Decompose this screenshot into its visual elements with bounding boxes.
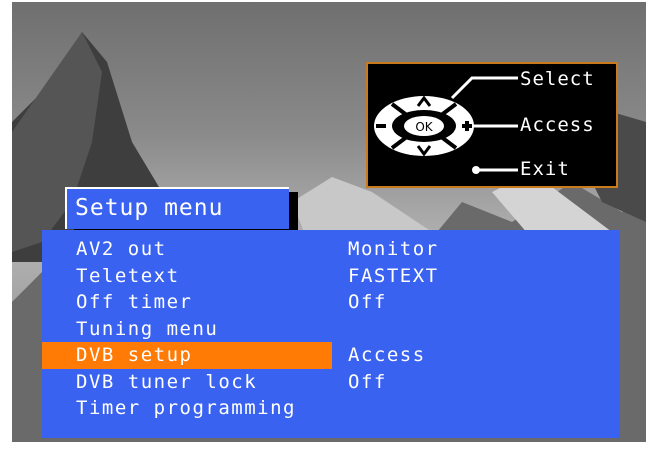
menu-item-tuning-menu[interactable]: Tuning menu (42, 316, 620, 343)
remote-help-panel: OK Select Access Exit (366, 62, 618, 188)
menu-item-label: DVB tuner lock (76, 370, 258, 393)
menu-item-value: Access (348, 344, 426, 366)
select-hint: Select (520, 68, 595, 90)
menu-item-value: FASTEXT (348, 264, 439, 287)
menu-item-label: Tuning menu (76, 317, 219, 340)
menu-item-teletext[interactable]: Teletext FASTEXT (42, 263, 620, 290)
exit-hint: Exit (520, 158, 570, 180)
menu-item-label: Teletext (76, 264, 180, 287)
menu-title: Setup menu (75, 195, 224, 221)
menu-item-dvb-setup[interactable]: DVB setup Access (42, 342, 620, 369)
menu-item-label: Off timer (76, 291, 193, 313)
ok-label: OK (415, 120, 433, 134)
menu-item-value: Monitor (348, 238, 439, 260)
menu-item-dvb-tuner-lock[interactable]: DVB tuner lock Off (42, 369, 620, 396)
access-hint: Access (520, 114, 595, 136)
menu-item-label: Timer programming (76, 397, 296, 419)
menu-item-value: Off (348, 370, 387, 393)
menu-item-label: AV2 out (76, 238, 167, 260)
menu-item-label: DVB setup (76, 344, 193, 366)
menu-item-av2-out[interactable]: AV2 out Monitor (42, 236, 620, 263)
setup-menu-panel: AV2 out Monitor Teletext FASTEXT Off tim… (42, 230, 620, 438)
menu-item-timer-programming[interactable]: Timer programming (42, 395, 620, 422)
menu-item-value: Off (348, 291, 387, 313)
menu-title-tab: Setup menu (65, 187, 289, 229)
menu-item-off-timer[interactable]: Off timer Off (42, 289, 620, 316)
